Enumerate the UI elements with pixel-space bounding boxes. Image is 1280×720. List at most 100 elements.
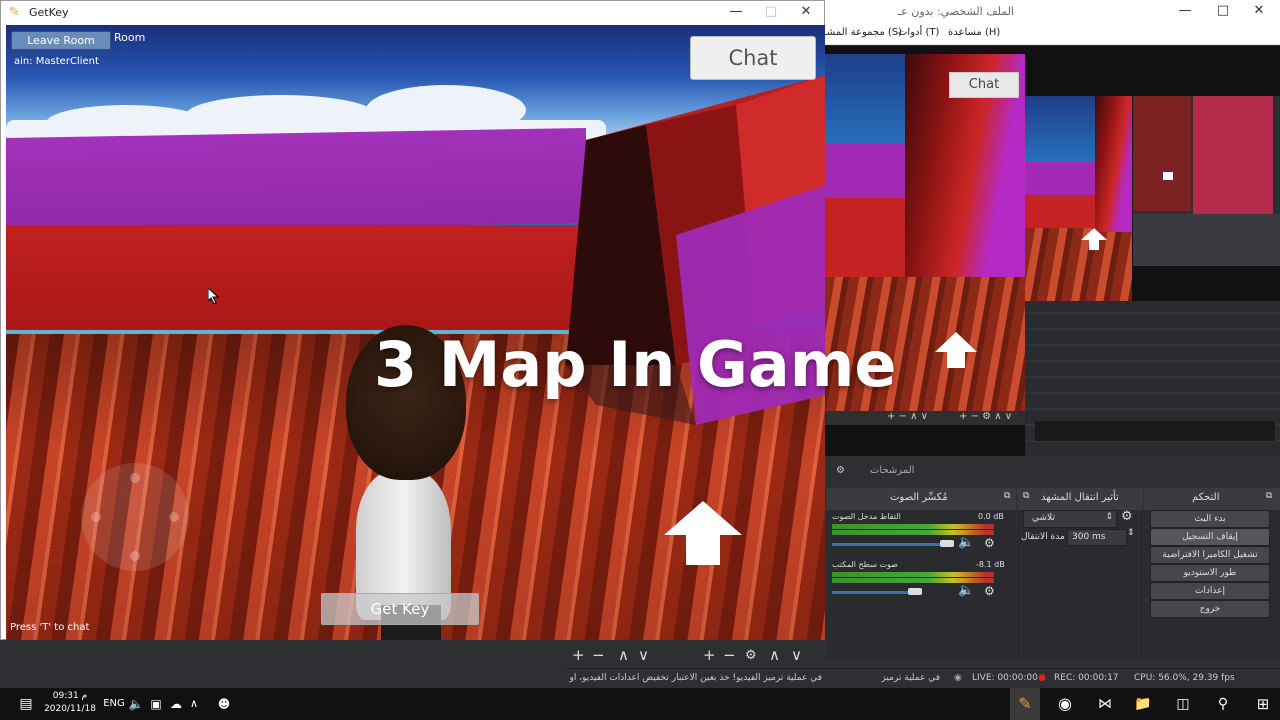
- mixer-panel: التقاط مدخل الصوت 0.0 dB 🔈 ⚙ صوت سطح الم…: [826, 510, 1016, 660]
- transition-title: تأثير انتقال المشهد: [1041, 492, 1119, 503]
- live-icon: ◉: [954, 673, 962, 683]
- taskbar-clock[interactable]: 09:31 م 2020/11/18: [40, 690, 100, 716]
- controls-panel: بدء البث إيقاف التسجيل تشغيل الكاميرا ال…: [1144, 510, 1280, 660]
- nested-jump-arrow-icon: [935, 332, 977, 372]
- minimize-icon[interactable]: —: [1170, 3, 1200, 18]
- controls-title: التحكم: [1192, 492, 1220, 503]
- obs-docks: ⚙ المرشحات مُكسِّر الصوت ⧉ التقاط مدخل ا…: [826, 458, 1280, 668]
- rec-timer: REC: 00:00:17: [1054, 673, 1119, 683]
- volume-knob[interactable]: [908, 588, 922, 595]
- getkey-window: ✎ GetKey — □ ✕ Leave Room Room ain: Mast…: [0, 0, 825, 640]
- volume-slider[interactable]: [832, 543, 952, 546]
- start-streaming-button[interactable]: بدء البث: [1150, 510, 1270, 528]
- volume-slider[interactable]: [832, 591, 916, 594]
- menu-item-tools[interactable]: أدوات (T): [898, 27, 939, 38]
- move-down-icon[interactable]: ∨: [638, 646, 649, 664]
- speaker-icon[interactable]: 🔈: [958, 583, 974, 598]
- get-key-button[interactable]: Get Key: [321, 593, 479, 625]
- audio-meter: [832, 572, 994, 577]
- game-window-title: GetKey: [29, 6, 69, 19]
- leave-room-button[interactable]: Leave Room: [11, 31, 111, 50]
- warning-text-continued: في عملية ترميز: [881, 673, 940, 683]
- nested-level-2: [1025, 96, 1132, 316]
- dock-undock-icon[interactable]: ⧉: [1023, 491, 1029, 501]
- clock-date: 2020/11/18: [44, 704, 96, 714]
- menu-item-help[interactable]: مساعدة (H): [948, 27, 1000, 38]
- chat-button[interactable]: Chat: [690, 36, 816, 80]
- maximize-icon[interactable]: □: [1208, 3, 1238, 18]
- add-icon[interactable]: +: [572, 646, 585, 664]
- gear-icon[interactable]: ⚙: [745, 648, 757, 663]
- language-indicator[interactable]: ENG: [102, 688, 126, 720]
- video-overlay-title: 3 Map In Game: [374, 328, 897, 401]
- network-icon[interactable]: ▣: [146, 688, 166, 720]
- cpu-fps: CPU: 56.0%, 29.39 fps: [1134, 673, 1235, 683]
- jump-arrow-icon[interactable]: [664, 501, 742, 565]
- volume-knob[interactable]: [940, 540, 954, 547]
- close-icon[interactable]: ✕: [1244, 3, 1274, 18]
- move-up-icon[interactable]: ∧: [618, 646, 629, 664]
- mixer-title: مُكسِّر الصوت: [890, 492, 948, 503]
- nested-obs-docks: [1025, 301, 1280, 456]
- remove-icon[interactable]: −: [723, 646, 736, 664]
- visual-studio-icon[interactable]: ⋈: [1090, 688, 1120, 720]
- volume-icon[interactable]: 🔈: [126, 688, 146, 720]
- transition-header: تأثير انتقال المشهد ⧉: [1017, 488, 1143, 511]
- nested-level-3: [1133, 96, 1280, 266]
- mixer-channel-db: 0.0 dB: [978, 512, 1004, 521]
- duration-label: مدة الانتقال: [1021, 532, 1065, 542]
- virtual-joystick[interactable]: [81, 463, 189, 571]
- stop-recording-button[interactable]: إيقاف التسجيل: [1150, 528, 1270, 546]
- settings-button[interactable]: إعدادات: [1150, 582, 1270, 600]
- maximize-icon[interactable]: □: [756, 4, 786, 19]
- rec-icon: ●: [1038, 673, 1046, 683]
- notification-icon[interactable]: ▤: [14, 688, 38, 720]
- mixer-channel-db: -8.1 dB: [976, 560, 1005, 569]
- remove-icon[interactable]: −: [592, 646, 605, 664]
- dock-undock-icon[interactable]: ⧉: [1266, 491, 1272, 501]
- audio-meter: [832, 524, 994, 529]
- transition-select[interactable]: تلاشي ⇕: [1023, 510, 1117, 528]
- getkey-app-icon[interactable]: ✎: [1010, 688, 1040, 720]
- live-timer: LIVE: 00:00:00: [972, 673, 1038, 683]
- nested-arrow-icon-2: [1081, 228, 1107, 254]
- add-icon[interactable]: +: [703, 646, 716, 664]
- task-view-icon[interactable]: ◫: [1168, 688, 1198, 720]
- controls-header: التحكم ⧉: [1144, 488, 1280, 511]
- nested-chat-button: Chat: [949, 72, 1019, 98]
- duration-input[interactable]: 300 ms: [1067, 529, 1127, 546]
- chevron-down-icon: ⇕: [1105, 512, 1113, 522]
- sources-toolbar: + − ⚙ ∧ ∨: [697, 645, 826, 668]
- obs-title: الملف الشخصي: بدون عـ: [897, 5, 1014, 18]
- move-up-icon[interactable]: ∧: [769, 646, 780, 664]
- filters-label: المرشحات: [870, 465, 915, 476]
- gear-icon[interactable]: ⚙: [984, 584, 995, 598]
- close-icon[interactable]: ✕: [791, 4, 821, 19]
- people-icon[interactable]: ☻: [214, 688, 234, 720]
- dock-undock-icon[interactable]: ⧉: [1004, 491, 1010, 501]
- menu-item-scene-collection[interactable]: مجموعة المشـ (S): [824, 27, 902, 38]
- obs-app-icon[interactable]: ◉: [1050, 688, 1080, 720]
- minimize-icon[interactable]: —: [721, 4, 751, 19]
- studio-mode-button[interactable]: طور الاستوديو: [1150, 564, 1270, 582]
- file-explorer-icon[interactable]: 📁: [1128, 688, 1158, 720]
- chevron-up-icon[interactable]: ∧: [186, 688, 202, 720]
- windows-start-icon[interactable]: ⊞: [1248, 688, 1278, 720]
- move-down-icon[interactable]: ∨: [791, 646, 802, 664]
- master-client-label: ain: MasterClient: [14, 56, 99, 67]
- obs-titlebar: الملف الشخصي: بدون عـ — □ ✕: [820, 0, 1280, 24]
- speaker-icon[interactable]: 🔈: [958, 535, 974, 550]
- virtual-camera-button[interactable]: تشغيل الكاميرا الافتراضية: [1150, 546, 1270, 564]
- exit-button[interactable]: خروج: [1150, 600, 1270, 618]
- gear-icon[interactable]: ⚙: [984, 536, 995, 550]
- press-t-hint: Press 'T' to chat: [10, 622, 90, 633]
- obs-statusbar: في عملية ترميز ◉ LIVE: 00:00:00 ● REC: 0…: [826, 668, 1280, 689]
- mixer-header: مُكسِّر الصوت ⧉: [826, 488, 1016, 511]
- gear-icon[interactable]: ⚙: [1121, 509, 1133, 524]
- red-wall: [6, 225, 586, 335]
- scenes-toolbar: + − ∧ ∨: [566, 645, 694, 668]
- search-icon[interactable]: ⚲: [1208, 688, 1238, 720]
- windows-taskbar: ▤ 09:31 م 2020/11/18 ENG 🔈 ▣ ☁ ∧ ☻ ✎ ◉ ⋈…: [0, 688, 1280, 720]
- duration-stepper-icon[interactable]: ⇕: [1127, 528, 1135, 538]
- cloud-icon[interactable]: ☁: [166, 688, 186, 720]
